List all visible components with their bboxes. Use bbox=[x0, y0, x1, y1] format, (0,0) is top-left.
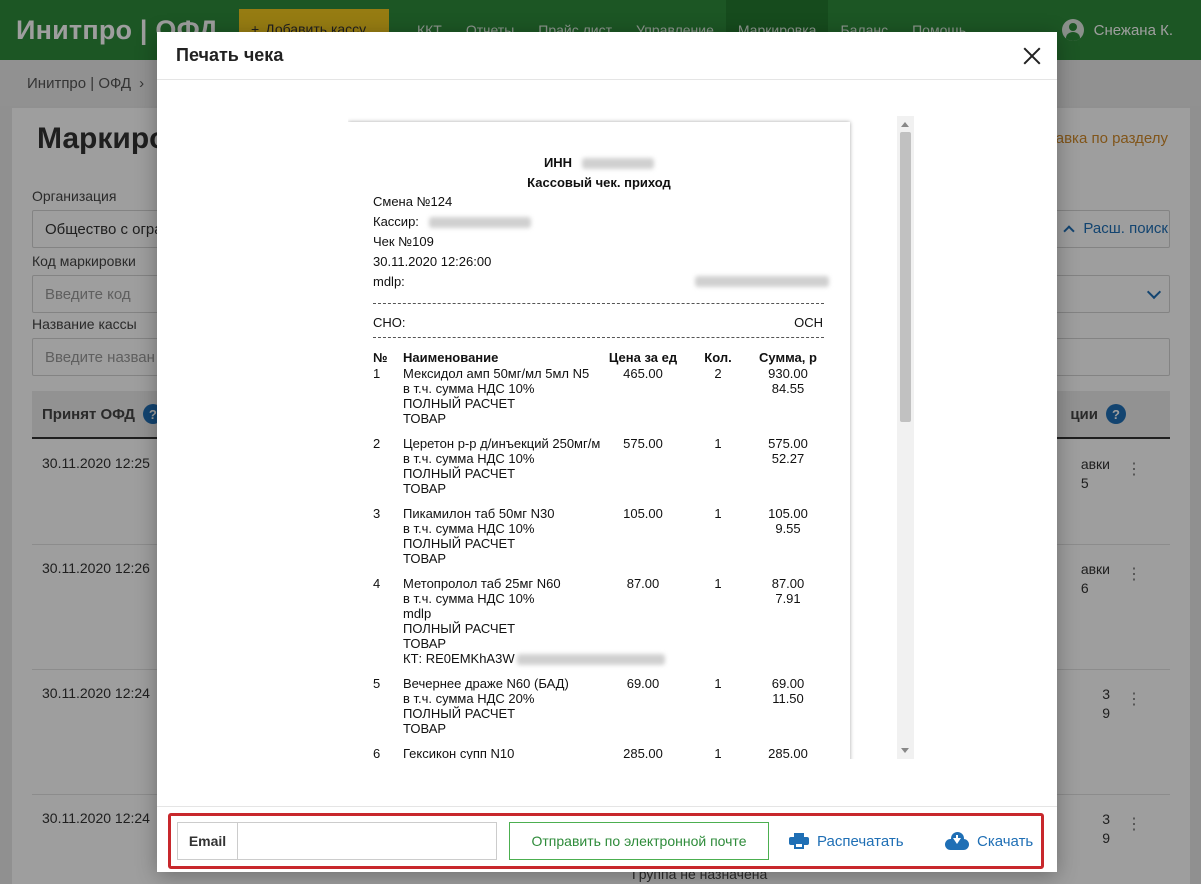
send-email-button[interactable]: Отправить по электронной почте bbox=[509, 822, 769, 860]
receipt-cashier: Кассир: bbox=[373, 214, 531, 229]
print-button[interactable]: Распечатать bbox=[789, 822, 904, 860]
redacted-value bbox=[582, 158, 655, 170]
receipt-col-qty: Кол. bbox=[704, 350, 732, 365]
receipt-preview[interactable]: ИНН Кассовый чек. приход Смена №124 Касс… bbox=[348, 116, 914, 759]
modal-title: Печать чека bbox=[176, 45, 284, 65]
print-label: Распечатать bbox=[817, 832, 904, 850]
email-label: Email bbox=[178, 823, 238, 859]
download-button[interactable]: Скачать bbox=[945, 822, 1033, 860]
receipt-datetime: 30.11.2020 12:26:00 bbox=[373, 254, 492, 269]
receipt-col-sum: Сумма, р bbox=[759, 350, 817, 365]
receipt-col-no: № bbox=[373, 350, 388, 365]
close-icon[interactable] bbox=[1021, 45, 1043, 67]
receipt-col-name: Наименование bbox=[403, 350, 499, 365]
redacted-value bbox=[695, 276, 829, 287]
receipt-inn: ИНН bbox=[348, 155, 850, 170]
printer-icon bbox=[789, 833, 809, 849]
receipt-divider bbox=[373, 303, 824, 304]
receipt-check-no: Чек №109 bbox=[373, 234, 434, 249]
modal-header: Печать чека bbox=[157, 32, 1057, 80]
modal-footer: Email Отправить по электронной почте Рас… bbox=[157, 806, 1057, 872]
cloud-download-icon bbox=[945, 832, 969, 850]
receipt-mdlp: mdlp: bbox=[373, 274, 833, 289]
receipt-doc-title: Кассовый чек. приход bbox=[527, 175, 671, 190]
preview-scrollbar[interactable] bbox=[897, 116, 914, 759]
receipt-paper: ИНН Кассовый чек. приход Смена №124 Касс… bbox=[348, 122, 850, 759]
email-field-group: Email bbox=[177, 822, 497, 860]
receipt-sno-label: СНО: bbox=[373, 315, 406, 330]
print-receipt-dialog: Печать чека ИНН Кассовый чек. приход Сме… bbox=[157, 32, 1057, 872]
redacted-value bbox=[428, 217, 531, 229]
download-label: Скачать bbox=[977, 832, 1034, 850]
receipt-sno-value: ОСН bbox=[794, 315, 823, 330]
scroll-up-arrow-icon[interactable] bbox=[901, 122, 909, 127]
receipt-col-price: Цена за ед bbox=[608, 350, 678, 365]
receipt-divider bbox=[373, 337, 824, 338]
email-input[interactable] bbox=[238, 823, 496, 859]
scrollbar-thumb[interactable] bbox=[900, 132, 911, 422]
receipt-shift: Смена №124 bbox=[373, 194, 453, 209]
scroll-down-arrow-icon[interactable] bbox=[901, 748, 909, 753]
redacted-value bbox=[516, 654, 665, 666]
